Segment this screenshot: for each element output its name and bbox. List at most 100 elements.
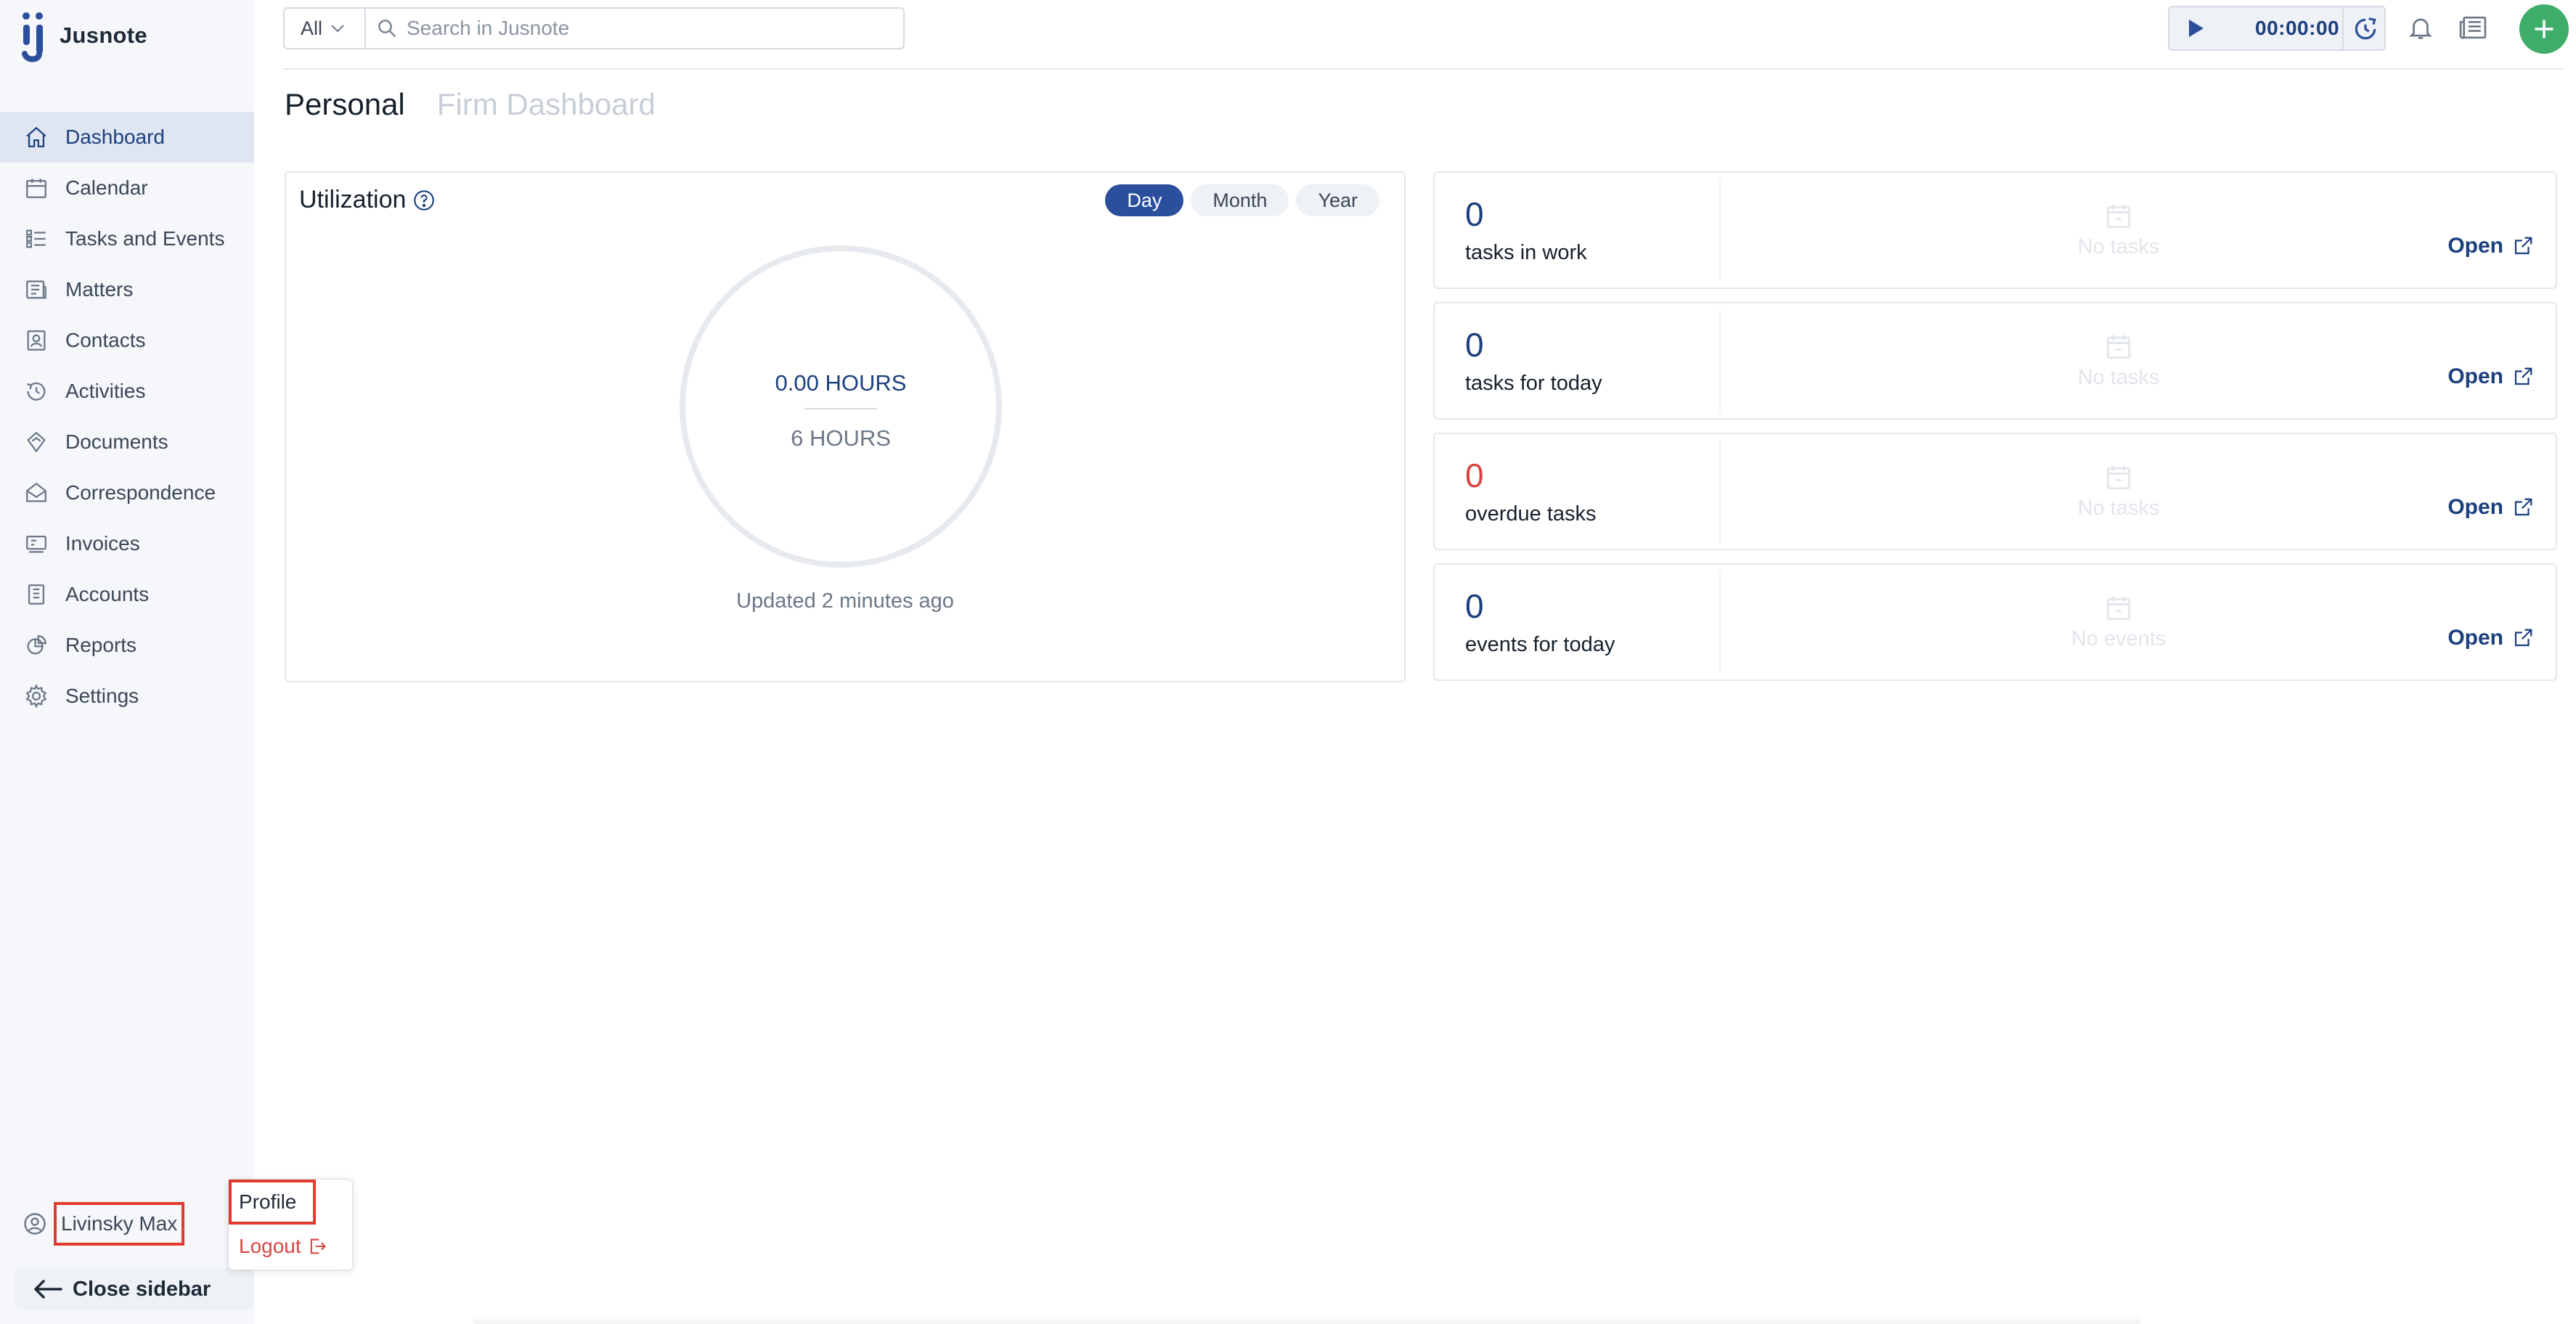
close-sidebar-button[interactable]: Close sidebar	[15, 1269, 254, 1309]
tab-firm-dashboard[interactable]: Firm Dashboard	[437, 87, 656, 122]
search-input[interactable]	[407, 17, 900, 40]
sidebar-item-contacts[interactable]: Contacts	[0, 315, 254, 366]
sidebar-item-activities[interactable]: Activities	[0, 366, 254, 417]
logged-hours: 0.00 HOURS	[775, 370, 907, 396]
app-name: Jusnote	[60, 23, 147, 48]
updated-text: Updated 2 minutes ago	[736, 589, 954, 613]
empty-calendar-icon	[2106, 204, 2131, 229]
logout-label: Logout	[239, 1235, 301, 1257]
menu-item-profile[interactable]: Profile	[229, 1180, 316, 1225]
utilization-card: Utilization Day Month Year 0.00 HOURS 6 …	[285, 171, 1406, 682]
stat-divider	[1719, 572, 1721, 674]
search-icon	[378, 20, 396, 38]
search-filter-select[interactable]: All	[285, 9, 366, 48]
open-link[interactable]: Open	[2447, 495, 2534, 520]
invoice-icon	[22, 529, 51, 558]
stat-divider	[1719, 441, 1721, 543]
timer-widget: 00:00:00	[2168, 6, 2386, 51]
stat-value: 0	[1465, 326, 1484, 364]
stat-card-tasks-for-today: 0 tasks for today No tasks Open	[1433, 302, 2557, 420]
empty-text: No events	[2071, 627, 2167, 650]
arrow-left-icon	[34, 1280, 62, 1299]
period-month-button[interactable]: Month	[1191, 184, 1289, 216]
menu-item-logout[interactable]: Logout	[239, 1235, 327, 1258]
jusnote-logo-icon	[20, 9, 49, 62]
gear-icon	[22, 682, 51, 711]
user-menu-trigger[interactable]: Livinsky Max	[22, 1202, 185, 1246]
chevron-down-icon	[331, 25, 344, 33]
sidebar-item-label: Activities	[65, 380, 146, 402]
mail-icon	[22, 478, 51, 507]
sidebar-item-label: Documents	[65, 430, 168, 453]
open-label: Open	[2447, 234, 2503, 258]
stat-value: 0	[1465, 195, 1484, 233]
timer-value: 00:00:00	[2255, 17, 2340, 39]
user-circle-icon	[22, 1211, 48, 1237]
external-link-icon	[2514, 629, 2532, 647]
sidebar-item-settings[interactable]: Settings	[0, 671, 254, 722]
external-link-icon	[2514, 498, 2532, 516]
sidebar-item-label: Reports	[65, 634, 137, 656]
top-bar: All 00:00:00	[283, 0, 2569, 70]
period-year-button[interactable]: Year	[1296, 184, 1379, 216]
activity-icon	[22, 377, 51, 406]
sidebar-item-reports[interactable]: Reports	[0, 620, 254, 671]
sidebar-item-invoices[interactable]: Invoices	[0, 518, 254, 569]
dashboard-tabs: Personal Firm Dashboard	[285, 87, 656, 122]
logo[interactable]: Jusnote	[20, 9, 147, 62]
sidebar-item-dashboard[interactable]: Dashboard	[0, 112, 254, 163]
open-link[interactable]: Open	[2447, 364, 2534, 389]
period-day-button[interactable]: Day	[1105, 184, 1184, 216]
stat-label: overdue tasks	[1465, 502, 1597, 526]
sidebar-item-tasks-and-events[interactable]: Tasks and Events	[0, 213, 254, 264]
bell-icon	[2409, 18, 2432, 39]
stat-label: events for today	[1465, 633, 1615, 656]
sidebar-item-matters[interactable]: Matters	[0, 264, 254, 315]
period-selector: Day Month Year	[1105, 184, 1379, 216]
home-icon	[22, 123, 51, 152]
tab-personal[interactable]: Personal	[285, 87, 405, 122]
empty-state: No tasks	[1981, 462, 2257, 520]
timer-divider	[2342, 7, 2344, 49]
open-link[interactable]: Open	[2447, 626, 2534, 650]
external-link-icon	[2514, 367, 2532, 385]
open-link[interactable]: Open	[2447, 234, 2534, 258]
empty-text: No tasks	[2077, 235, 2160, 258]
stat-label: tasks for today	[1465, 372, 1602, 395]
help-icon[interactable]	[412, 188, 436, 213]
sidebar-nav: Dashboard Calendar Tasks and Events Matt…	[0, 112, 254, 722]
sidebar-item-label: Settings	[65, 685, 139, 707]
sidebar-item-accounts[interactable]: Accounts	[0, 569, 254, 620]
stat-card-events-for-today: 0 events for today No events Open	[1433, 563, 2557, 681]
sidebar-item-label: Accounts	[65, 583, 150, 605]
sidebar-item-label: Invoices	[65, 532, 140, 555]
sidebar-item-documents[interactable]: Documents	[0, 417, 254, 467]
empty-calendar-icon	[2106, 596, 2131, 621]
contacts-icon	[22, 326, 51, 355]
timer-play-button[interactable]	[2180, 12, 2212, 44]
stat-divider	[1719, 180, 1721, 282]
sidebar-item-calendar[interactable]: Calendar	[0, 163, 254, 213]
news-button[interactable]	[2457, 12, 2489, 44]
sidebar-item-label: Tasks and Events	[65, 227, 225, 250]
user-popover-menu: Profile Logout	[228, 1179, 353, 1270]
external-link-icon	[2514, 237, 2532, 255]
utilization-ring: 0.00 HOURS 6 HOURS	[680, 245, 1002, 568]
timer-history-button[interactable]	[2349, 13, 2381, 45]
empty-text: No tasks	[2077, 366, 2160, 389]
open-label: Open	[2447, 626, 2503, 650]
stat-value: 0	[1465, 587, 1484, 625]
empty-state: No tasks	[1981, 331, 2257, 390]
sidebar-item-correspondence[interactable]: Correspondence	[0, 467, 254, 518]
search-filter-value: All	[301, 17, 323, 39]
add-new-button[interactable]	[2519, 4, 2569, 54]
empty-calendar-icon	[2106, 335, 2131, 359]
open-label: Open	[2447, 495, 2503, 519]
reports-icon	[22, 631, 51, 660]
user-name[interactable]: Livinsky Max	[54, 1202, 185, 1246]
open-label: Open	[2447, 364, 2503, 388]
empty-state: No events	[1981, 592, 2257, 651]
sidebar-item-label: Calendar	[65, 176, 148, 199]
notifications-button[interactable]	[2405, 12, 2437, 44]
bank-icon	[22, 580, 51, 609]
